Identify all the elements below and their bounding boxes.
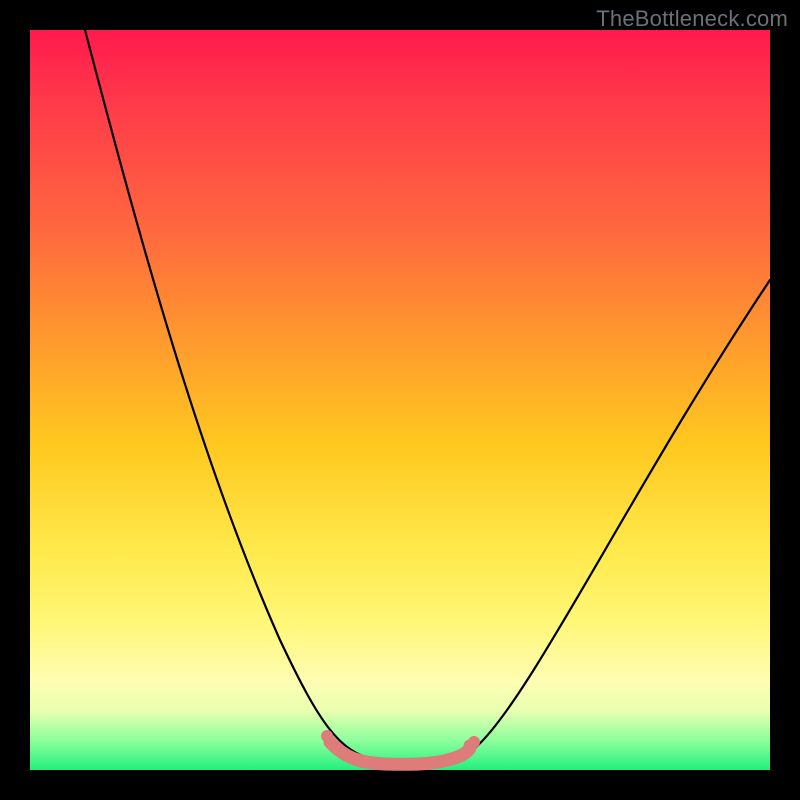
marker-dot-left (321, 730, 333, 742)
bottleneck-curve-line (85, 30, 770, 764)
watermark-text: TheBottleneck.com (596, 6, 788, 32)
bottleneck-curve-svg (30, 30, 770, 770)
optimal-range-marker (330, 742, 470, 764)
gradient-plot-area (30, 30, 770, 770)
marker-dot-right (468, 736, 480, 748)
chart-frame: TheBottleneck.com (0, 0, 800, 800)
